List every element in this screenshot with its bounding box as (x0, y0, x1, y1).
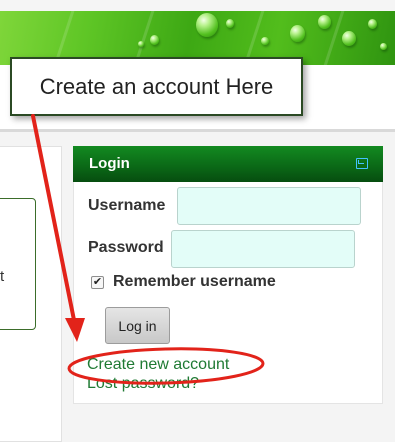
left-column-box (0, 198, 36, 330)
password-label: Password (88, 239, 164, 256)
lost-password-link[interactable]: Lost password? (87, 375, 199, 393)
username-input[interactable] (177, 187, 361, 225)
left-column-text-fragment: t (0, 268, 5, 285)
remember-username-checkbox[interactable]: ✔ (91, 276, 104, 289)
create-new-account-link[interactable]: Create new account (87, 356, 229, 374)
dock-icon[interactable] (356, 158, 368, 169)
top-strip (0, 0, 395, 11)
remember-username-label[interactable]: Remember username (113, 273, 276, 291)
username-label: Username (88, 197, 166, 214)
login-button[interactable]: Log in (105, 307, 170, 344)
password-input[interactable] (171, 230, 355, 268)
callout-text: Create an account Here (39, 73, 274, 99)
login-block-title: Login (89, 155, 130, 172)
annotation-callout: Create an account Here (10, 57, 303, 116)
